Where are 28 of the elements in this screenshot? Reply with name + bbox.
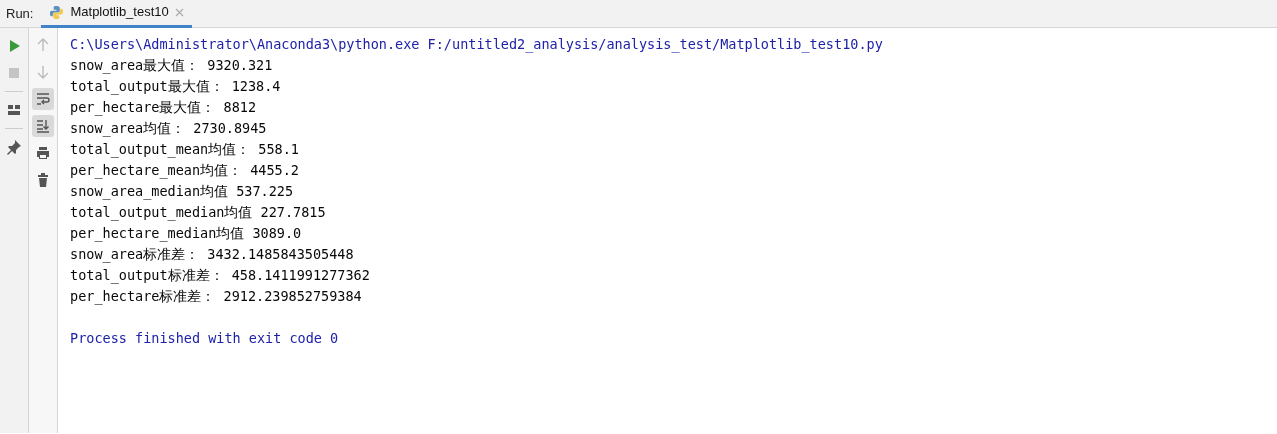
layout-icon: [6, 102, 22, 118]
run-tab[interactable]: Matplotlib_test10: [41, 0, 192, 28]
output-line: total_output最大值： 1238.4: [70, 77, 282, 97]
run-label: Run:: [5, 4, 35, 23]
output-line: total_output_mean均值： 558.1: [70, 140, 300, 160]
output-line: per_hectare_median均值 3089.0: [70, 224, 303, 244]
output-line: per_hectare标准差： 2912.239852759384: [70, 287, 363, 307]
output-line: total_output_median均值 227.7815: [70, 203, 327, 223]
python-icon: [49, 4, 65, 20]
command-line: C:\Users\Administrator\Anaconda3\python.exe F:/untitled2_analysis/analysis_test/Matplotlib_test10.py: [70, 35, 884, 55]
stop-icon: [6, 65, 22, 81]
output-line: snow_area标准差： 3432.1485843505448: [70, 245, 355, 265]
pin-icon: [6, 139, 22, 155]
output-line: per_hectare最大值： 8812: [70, 98, 258, 118]
output-line: total_output标准差： 458.1411991277362: [70, 266, 371, 286]
wrap-icon: [35, 91, 51, 107]
output-line: snow_area最大值： 9320.321: [70, 56, 274, 76]
trash-icon: [35, 172, 51, 188]
output-line: snow_area均值： 2730.8945: [70, 119, 268, 139]
output-line: snow_area_median均值 537.225: [70, 182, 295, 202]
scroll-to-end-button[interactable]: [32, 115, 54, 137]
output-line: per_hectare_mean均值： 4455.2: [70, 161, 300, 181]
down-arrow-icon: [35, 64, 51, 80]
wrap-button[interactable]: [32, 88, 54, 110]
print-icon: [35, 145, 51, 161]
exit-message: Process finished with exit code 0: [70, 329, 340, 348]
scroll-to-end-icon: [35, 118, 51, 134]
up-arrow-icon: [35, 37, 51, 53]
